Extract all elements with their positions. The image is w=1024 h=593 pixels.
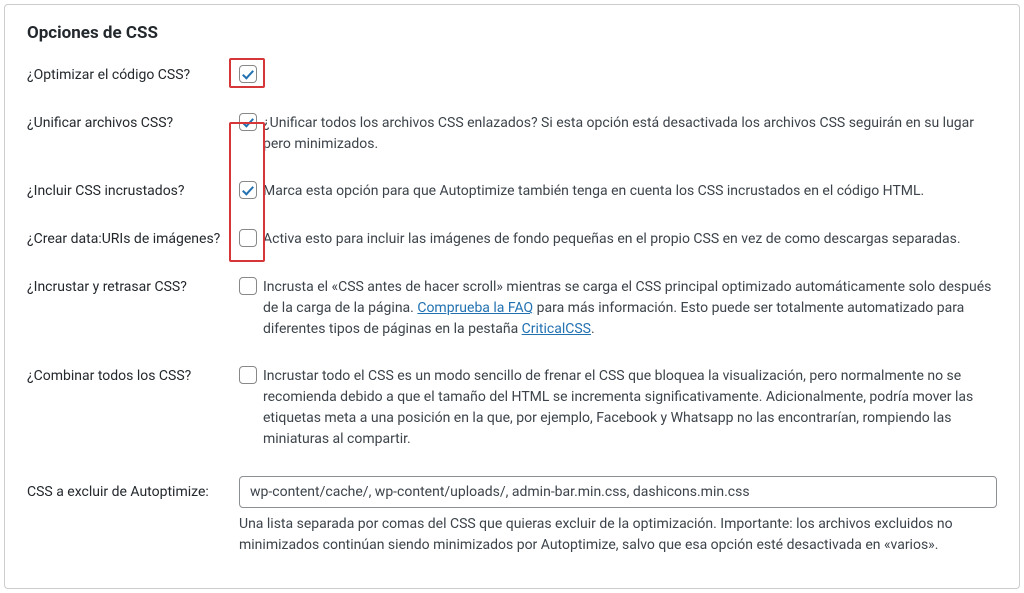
inlineall-checkbox[interactable] — [239, 366, 257, 384]
option-row-aggregate: ¿Unificar archivos CSS? ¿Unificar todos … — [27, 113, 997, 155]
option-label: ¿Combinar todos los CSS? — [27, 366, 239, 384]
option-description: Marca esta opción para que Autoptimize t… — [263, 181, 924, 202]
option-row-exclude: CSS a excluir de Autoptimize: Una lista … — [27, 476, 997, 556]
option-label: ¿Unificar archivos CSS? — [27, 113, 239, 131]
option-row-optimize: ¿Optimizar el código CSS? — [27, 65, 997, 87]
option-label: CSS a excluir de Autoptimize: — [27, 476, 239, 500]
aggregate-checkbox[interactable] — [239, 113, 257, 131]
option-description: ¿Unificar todos los archivos CSS enlazad… — [263, 113, 997, 155]
option-label: ¿Crear data:URIs de imágenes? — [27, 229, 239, 247]
faq-link[interactable]: Comprueba la FAQ — [417, 300, 533, 316]
criticalcss-link[interactable]: CriticalCSS — [522, 321, 591, 337]
option-description: Incrusta el «CSS antes de hacer scroll» … — [263, 277, 997, 340]
panel-title: Opciones de CSS — [27, 23, 997, 43]
option-row-inlineall: ¿Combinar todos los CSS? Incrustar todo … — [27, 366, 997, 450]
option-description: Incrustar todo el CSS es un modo sencill… — [263, 366, 997, 450]
option-row-datauri: ¿Crear data:URIs de imágenes? Activa est… — [27, 229, 997, 251]
option-label: ¿Incluir CSS incrustados? — [27, 181, 239, 199]
option-label: ¿Incrustar y retrasar CSS? — [27, 277, 239, 295]
exclude-input[interactable] — [239, 476, 997, 508]
css-options-panel: Opciones de CSS ¿Optimizar el código CSS… — [4, 4, 1020, 589]
option-help-text: Una lista separada por comas del CSS que… — [239, 514, 997, 556]
inline-checkbox[interactable] — [239, 181, 257, 199]
defer-checkbox[interactable] — [239, 277, 257, 295]
option-row-defer: ¿Incrustar y retrasar CSS? Incrusta el «… — [27, 277, 997, 340]
desc-text: . — [591, 321, 595, 337]
option-row-inline: ¿Incluir CSS incrustados? Marca esta opc… — [27, 181, 997, 203]
option-label: ¿Optimizar el código CSS? — [27, 65, 239, 83]
option-description: Activa esto para incluir las imágenes de… — [263, 229, 961, 250]
datauri-checkbox[interactable] — [239, 229, 257, 247]
optimize-checkbox[interactable] — [239, 65, 257, 83]
